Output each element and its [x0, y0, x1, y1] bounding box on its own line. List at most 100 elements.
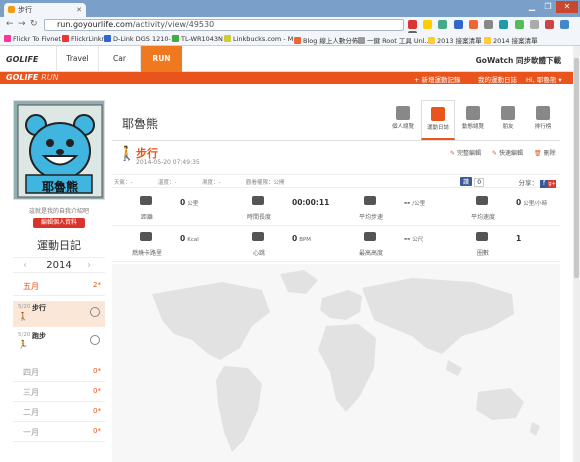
extension-icon[interactable]: [529, 20, 539, 29]
full-edit-link[interactable]: ✎ 完整編輯: [450, 148, 481, 157]
bookmark[interactable]: D-Link DGS 1210-16: [104, 35, 179, 43]
activity-time: 2014-05-20 07:49:35: [136, 159, 200, 166]
humidity: 濕度：-: [202, 180, 221, 186]
fb-like-button[interactable]: 讚: [460, 177, 473, 186]
tab-run[interactable]: RUN: [140, 46, 182, 72]
tab-title: 步行: [18, 6, 32, 14]
facebook-share-icon[interactable]: f: [540, 180, 548, 188]
block-icon[interactable]: [408, 20, 417, 29]
flame-icon: [140, 232, 152, 241]
browser-tab[interactable]: 步行 ✕: [4, 3, 86, 18]
share-bar: 分享： f g+: [518, 179, 556, 188]
bookmark-icon: [358, 37, 365, 44]
reload-icon[interactable]: ↻: [30, 19, 38, 29]
bookmark[interactable]: Flickr To Fivnet: [4, 35, 61, 43]
walk-icon: 🚶: [118, 146, 136, 162]
stats-grid: 距離 0 公里 時間長度 00:00:11 平均步速 --/公里 平均速度 0 公里/小時 …: [112, 192, 560, 262]
tab-travel[interactable]: Travel: [56, 46, 98, 72]
maximize-button[interactable]: ❐: [540, 1, 556, 13]
diary-entry[interactable]: 5/20 跑步 🏃: [13, 329, 105, 355]
home-icon: [396, 106, 410, 120]
star-icon[interactable]: [423, 20, 433, 29]
page-scrollbar[interactable]: [573, 46, 580, 462]
bookmark-icon: [104, 35, 111, 42]
bookmark[interactable]: 2013 接案清單: [428, 35, 482, 45]
profile-motto: 這就是我的自我介紹吧: [28, 208, 89, 215]
extension-icon[interactable]: [438, 20, 448, 29]
trash-icon: 🗑: [534, 150, 542, 157]
nav-feed[interactable]: 動態總覽: [456, 100, 490, 140]
month-item[interactable]: 五月 2*: [13, 276, 105, 296]
stat-max-altitude: 最高高度 -- 公尺: [336, 228, 448, 262]
bookmark[interactable]: FlickrLinkr: [62, 35, 104, 43]
extension-icon[interactable]: [545, 20, 555, 29]
user-menu[interactable]: Hi, 耶魯熊 ▾: [526, 74, 562, 84]
back-icon[interactable]: ←: [6, 19, 14, 29]
bookmark[interactable]: TL-WR1043N: [172, 35, 223, 43]
google-plus-share-icon[interactable]: g+: [548, 180, 556, 188]
month-item[interactable]: 四月 0*: [13, 362, 105, 382]
extension-icon[interactable]: [499, 20, 509, 29]
diary-title: 運動日記: [37, 239, 81, 252]
folder-icon: [428, 37, 435, 44]
run-icon: 🏃: [18, 340, 28, 349]
close-window-button[interactable]: ✕: [556, 1, 578, 13]
month-item[interactable]: 一月 0*: [13, 422, 105, 442]
minimize-button[interactable]: ▁: [524, 1, 540, 13]
gowatch-download-link[interactable]: GoWatch 同步軟體下載: [476, 55, 561, 66]
weather: 天氣：-: [114, 180, 133, 186]
location-icon: [466, 106, 480, 120]
scrollbar-thumb[interactable]: [574, 58, 579, 278]
run-favicon-icon: [8, 6, 15, 13]
activity-meta: 天氣：- 溫度：- 濕度：- 觀看權限：公開 讚 0 分享： f g+: [112, 174, 560, 188]
bookmark[interactable]: Linkbucks.com - M...: [224, 35, 300, 43]
edit-profile-button[interactable]: 編輯個人資料: [33, 218, 85, 228]
extension-icon[interactable]: [484, 20, 494, 29]
edit-icon: ✎: [492, 150, 498, 157]
forward-icon[interactable]: →: [18, 19, 26, 29]
activity-type-icon: [90, 307, 100, 317]
quick-edit-link[interactable]: ✎ 快速編輯: [492, 148, 523, 157]
close-tab-icon[interactable]: ✕: [76, 6, 82, 14]
site-header: GOLIFE Travel Car RUN GoWatch 同步軟體下載: [0, 46, 573, 72]
year-selector: ‹ 2014 ›: [13, 257, 105, 273]
delete-link[interactable]: 🗑 刪除: [534, 148, 556, 157]
bookmark[interactable]: Blog 線上人數分佈: [294, 35, 358, 45]
stat-duration: 時間長度 00:00:11: [224, 192, 336, 226]
add-record-link[interactable]: + 新增運動記錄: [414, 74, 461, 84]
stat-speed: 平均速度 0 公里/小時: [448, 192, 560, 226]
month-item[interactable]: 二月 0*: [13, 402, 105, 422]
nav-friends[interactable]: 朋友: [491, 100, 525, 140]
route-map[interactable]: [112, 264, 560, 462]
navigation-row: ← → ↻ run.goyourlife.com/activity/view/4…: [0, 17, 580, 40]
nav-ranking[interactable]: 排行榜: [526, 100, 560, 140]
extension-icon[interactable]: [514, 20, 524, 29]
clipboard-icon: [431, 107, 445, 121]
extension-icon[interactable]: [453, 20, 463, 29]
fb-like-widget[interactable]: 讚 0: [460, 177, 485, 187]
year-label: 2014: [46, 260, 72, 271]
site-logo[interactable]: GOLIFE: [6, 55, 38, 64]
edit-icon: ✎: [450, 150, 456, 157]
bookmark-icon: [224, 35, 231, 42]
address-bar[interactable]: run.goyourlife.com/activity/view/49530: [44, 19, 404, 31]
next-year-icon[interactable]: ›: [87, 260, 91, 271]
nav-diary[interactable]: 運動日誌: [421, 100, 455, 140]
bookmark[interactable]: 2014 接案清單: [484, 35, 538, 45]
stat-heart-rate: 心跳 0 BPM: [224, 228, 336, 262]
world-map-icon: [152, 270, 540, 452]
bookmark[interactable]: 一鍵 Root 工具 Unl...: [358, 35, 431, 45]
nav-overview[interactable]: 個人總覽: [386, 100, 420, 140]
extension-icon[interactable]: [560, 20, 570, 29]
tab-car[interactable]: Car: [98, 46, 140, 72]
page-title: 耶魯熊: [122, 117, 159, 131]
my-diary-link[interactable]: 我的運動日誌: [478, 74, 517, 84]
bookmark-icon: [294, 37, 301, 44]
diary-entry[interactable]: 5/20 步行 🚶: [13, 301, 105, 327]
bookmark-icon: [4, 35, 11, 42]
extension-icon[interactable]: [468, 20, 478, 29]
bookmarks-bar: Flickr To Fivnet FlickrLinkr D-Link DGS …: [0, 33, 580, 46]
temperature: 溫度：-: [158, 180, 177, 186]
divider: [112, 140, 560, 141]
month-item[interactable]: 三月 0*: [13, 382, 105, 402]
